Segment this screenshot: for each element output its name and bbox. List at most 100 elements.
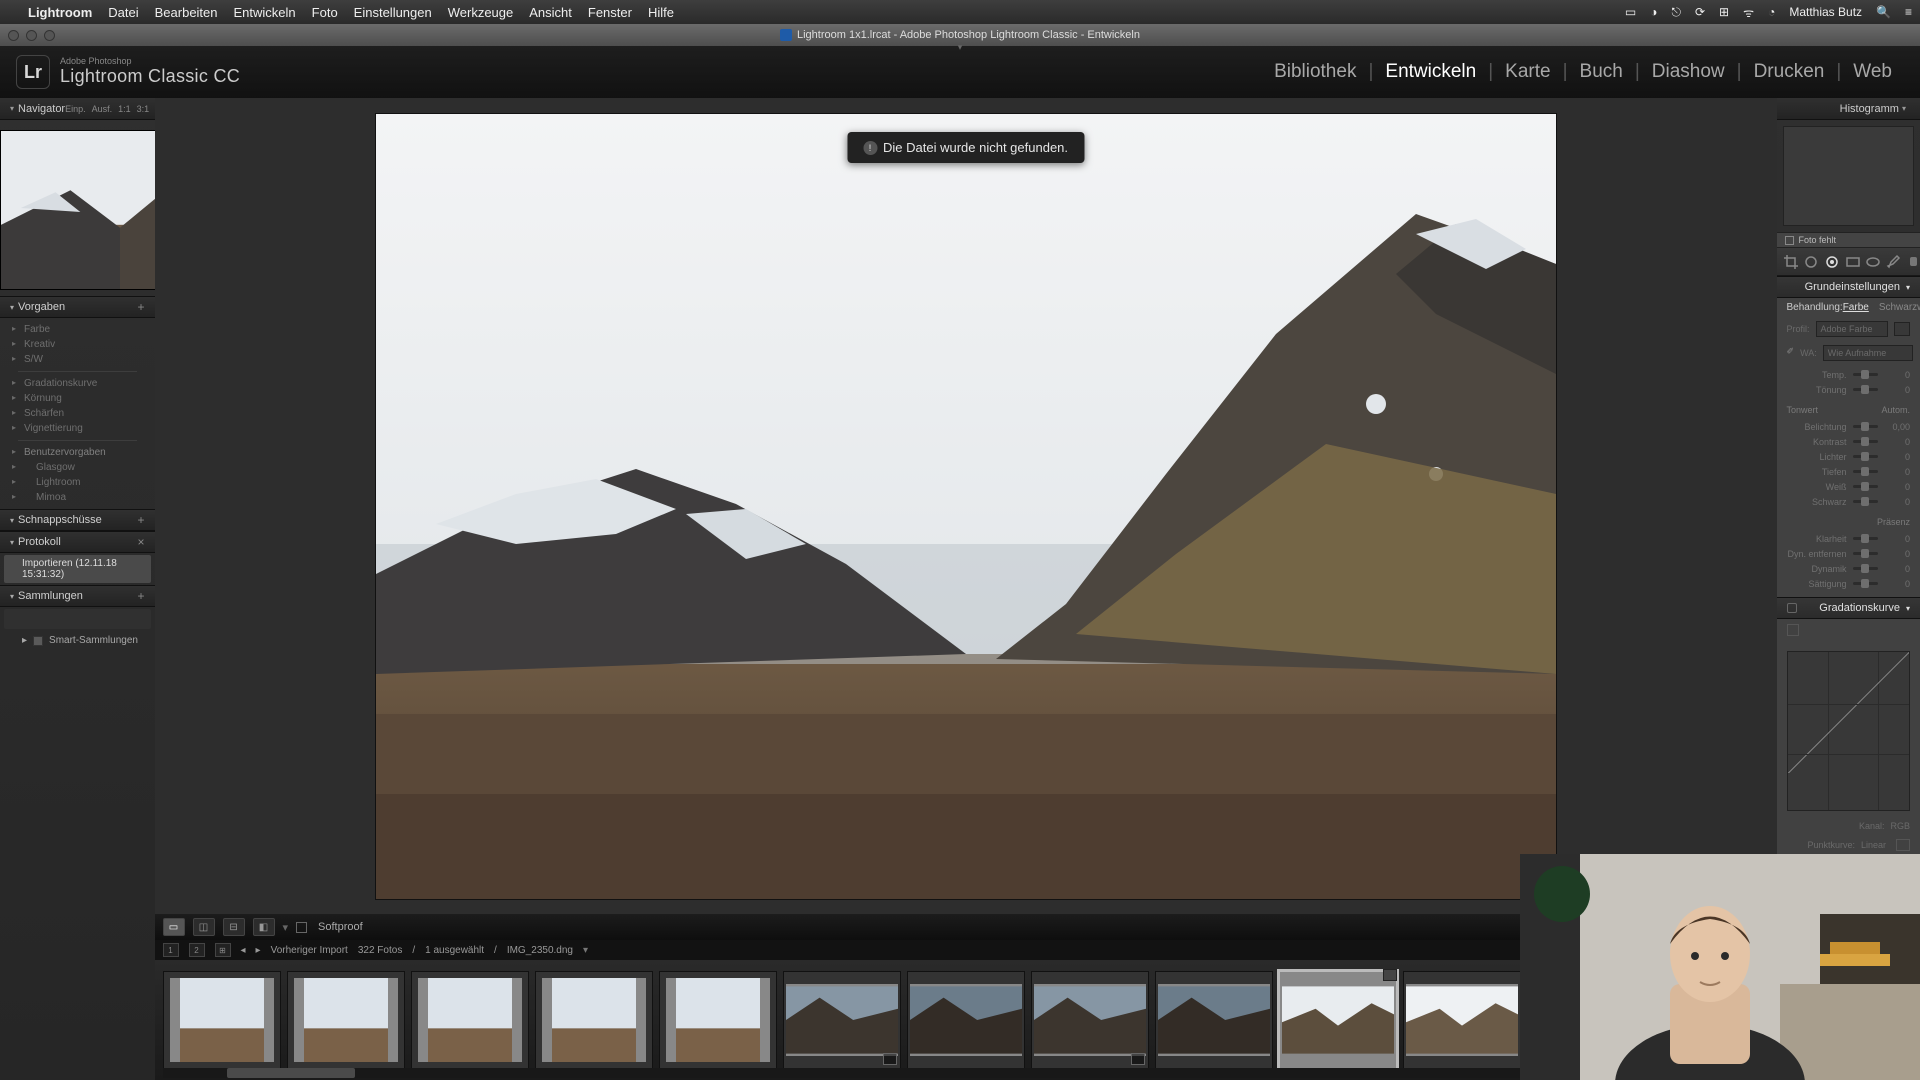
slider-wei[interactable]: Weiß0 — [1787, 479, 1910, 494]
slider-sttigung[interactable]: Sättigung0 — [1787, 576, 1910, 591]
second-window-button[interactable]: 2 — [189, 943, 205, 957]
thumbnail[interactable] — [163, 971, 281, 1069]
slider-belichtung[interactable]: Belichtung0,00 — [1787, 419, 1910, 434]
menu-photo[interactable]: Foto — [312, 5, 338, 20]
wb-dropper-icon[interactable]: ✐ — [1787, 346, 1795, 360]
tray-icon[interactable]: ◑ — [1650, 5, 1657, 19]
module-book[interactable]: Buch — [1568, 61, 1635, 83]
slider-klarheit[interactable]: Klarheit0 — [1787, 531, 1910, 546]
thumbnail[interactable] — [1403, 971, 1521, 1069]
brush-tool-icon[interactable] — [1885, 251, 1902, 273]
app-menu[interactable]: Lightroom — [28, 5, 92, 20]
thumbnail[interactable] — [535, 971, 653, 1069]
thumbnail[interactable] — [783, 971, 901, 1069]
thumbnail[interactable] — [907, 971, 1025, 1069]
zoom-fit[interactable]: Einp. — [65, 104, 86, 114]
add-snapshot-icon[interactable]: + — [138, 513, 145, 527]
gradient-tool-icon[interactable] — [1844, 251, 1861, 273]
metadata-badge-icon[interactable] — [883, 1053, 897, 1065]
loupe-view-button[interactable]: ▭ — [163, 918, 185, 936]
add-preset-icon[interactable]: + — [138, 300, 145, 314]
treatment-bw[interactable]: Schwarzweiß — [1879, 302, 1920, 313]
histogram-header[interactable]: Histogramm ▾ — [1777, 98, 1920, 120]
tray-icon[interactable]: ◔ — [1768, 5, 1775, 19]
zoom-1-1[interactable]: 1:1 — [118, 104, 131, 114]
smart-collections[interactable]: ▸Smart-Sammlungen — [0, 631, 155, 650]
history-item[interactable]: Importieren (12.11.18 15:31:32) — [4, 555, 151, 583]
tonecurve-panel-header[interactable]: Gradationskurve▾ — [1777, 597, 1920, 619]
missing-file-badge-icon[interactable] — [1383, 969, 1397, 981]
tray-icon[interactable]: ⊞ — [1719, 5, 1729, 19]
tray-user[interactable]: Matthias Butz — [1789, 5, 1862, 19]
tray-icon[interactable]: ▭ — [1625, 5, 1636, 19]
basic-panel-header[interactable]: Grundeinstellungen▾ — [1777, 276, 1920, 298]
spot-heal-tool-icon[interactable] — [1803, 251, 1820, 273]
menu-develop[interactable]: Entwickeln — [234, 5, 296, 20]
preset-group[interactable]: S/W — [0, 352, 155, 367]
spotlight-icon[interactable]: 🔍 — [1876, 5, 1891, 19]
wb-select[interactable]: Wie Aufnahme — [1823, 345, 1913, 361]
preset-group[interactable]: Vignettierung — [0, 421, 155, 436]
preset-group[interactable]: Farbe — [0, 322, 155, 337]
presets-header[interactable]: ▾Vorgaben+ — [0, 296, 155, 318]
metadata-badge-icon[interactable] — [1131, 1053, 1145, 1065]
preset-group[interactable]: Schärfen — [0, 406, 155, 421]
module-web[interactable]: Web — [1841, 61, 1904, 83]
thumbnail[interactable] — [1155, 971, 1273, 1069]
menu-help[interactable]: Hilfe — [648, 5, 674, 20]
grid-icon[interactable]: ⊞ — [215, 943, 231, 957]
main-photo[interactable] — [376, 114, 1556, 899]
add-collection-icon[interactable]: + — [138, 589, 145, 603]
thumbnail[interactable] — [1031, 971, 1149, 1069]
preset-group[interactable]: Körnung — [0, 391, 155, 406]
radial-tool-icon[interactable] — [1865, 251, 1882, 273]
auto-tone-button[interactable]: Autom. — [1881, 405, 1910, 415]
filmstrip-source[interactable]: Vorheriger Import — [271, 945, 348, 956]
thumbnail[interactable] — [659, 971, 777, 1069]
slider-lichter[interactable]: Lichter0 — [1787, 449, 1910, 464]
panel-handle-top[interactable]: ▾ — [945, 43, 975, 51]
tray-icon[interactable]: ⟳ — [1695, 5, 1705, 19]
nav-back-icon[interactable]: ◂ — [241, 945, 246, 956]
slider-dynentfernen[interactable]: Dyn. entfernen0 — [1787, 546, 1910, 561]
crop-tool-icon[interactable] — [1783, 251, 1800, 273]
menu-settings[interactable]: Einstellungen — [354, 5, 432, 20]
module-map[interactable]: Karte — [1493, 61, 1562, 83]
menu-view[interactable]: Ansicht — [529, 5, 572, 20]
histogram[interactable] — [1783, 126, 1914, 226]
before-after-h-button[interactable]: ◫ — [193, 918, 215, 936]
module-print[interactable]: Drucken — [1742, 61, 1837, 83]
thumbnail[interactable] — [287, 971, 405, 1069]
slider-kontrast[interactable]: Kontrast0 — [1787, 434, 1910, 449]
scrollbar-thumb[interactable] — [227, 1068, 355, 1078]
thumbnail[interactable] — [411, 971, 529, 1069]
tray-icon[interactable]: ᯤ — [1743, 4, 1754, 21]
redeye-tool-icon[interactable] — [1824, 251, 1841, 273]
clear-history-icon[interactable]: × — [138, 535, 145, 549]
collection-filter[interactable] — [4, 609, 151, 629]
slider-tiefen[interactable]: Tiefen0 — [1787, 464, 1910, 479]
slider-tnung[interactable]: Tönung0 — [1787, 382, 1910, 397]
module-develop[interactable]: Entwickeln — [1373, 61, 1488, 83]
softproof-checkbox[interactable] — [296, 922, 307, 933]
before-after-split-button[interactable]: ◧ — [253, 918, 275, 936]
thumbnail-selected[interactable] — [1279, 971, 1397, 1069]
collections-header[interactable]: ▾Sammlungen+ — [0, 585, 155, 607]
window-controls[interactable] — [8, 30, 55, 41]
preset-user-head[interactable]: Benutzervorgaben — [0, 445, 155, 460]
zoom-custom[interactable]: 3:1 — [137, 104, 150, 114]
zoom-fill[interactable]: Ausf. — [92, 104, 113, 114]
tray-icon[interactable]: ⎋ — [1671, 5, 1681, 20]
menu-edit[interactable]: Bearbeiten — [155, 5, 218, 20]
curve-edit-icon[interactable] — [1896, 839, 1910, 851]
curve-target-icon[interactable] — [1787, 624, 1799, 636]
slider-schwarz[interactable]: Schwarz0 — [1787, 494, 1910, 509]
loupe-viewer[interactable]: ! Die Datei wurde nicht gefunden. — [155, 98, 1777, 914]
slider-temp[interactable]: Temp.0 — [1787, 367, 1910, 382]
navigator-preview[interactable] — [0, 130, 155, 290]
menu-tools[interactable]: Werkzeuge — [448, 5, 514, 20]
preset-user[interactable]: Glasgow — [0, 460, 155, 475]
menu-file[interactable]: Datei — [108, 5, 138, 20]
tonecurve-toggle[interactable] — [1787, 603, 1797, 613]
nav-fwd-icon[interactable]: ▸ — [256, 945, 261, 956]
